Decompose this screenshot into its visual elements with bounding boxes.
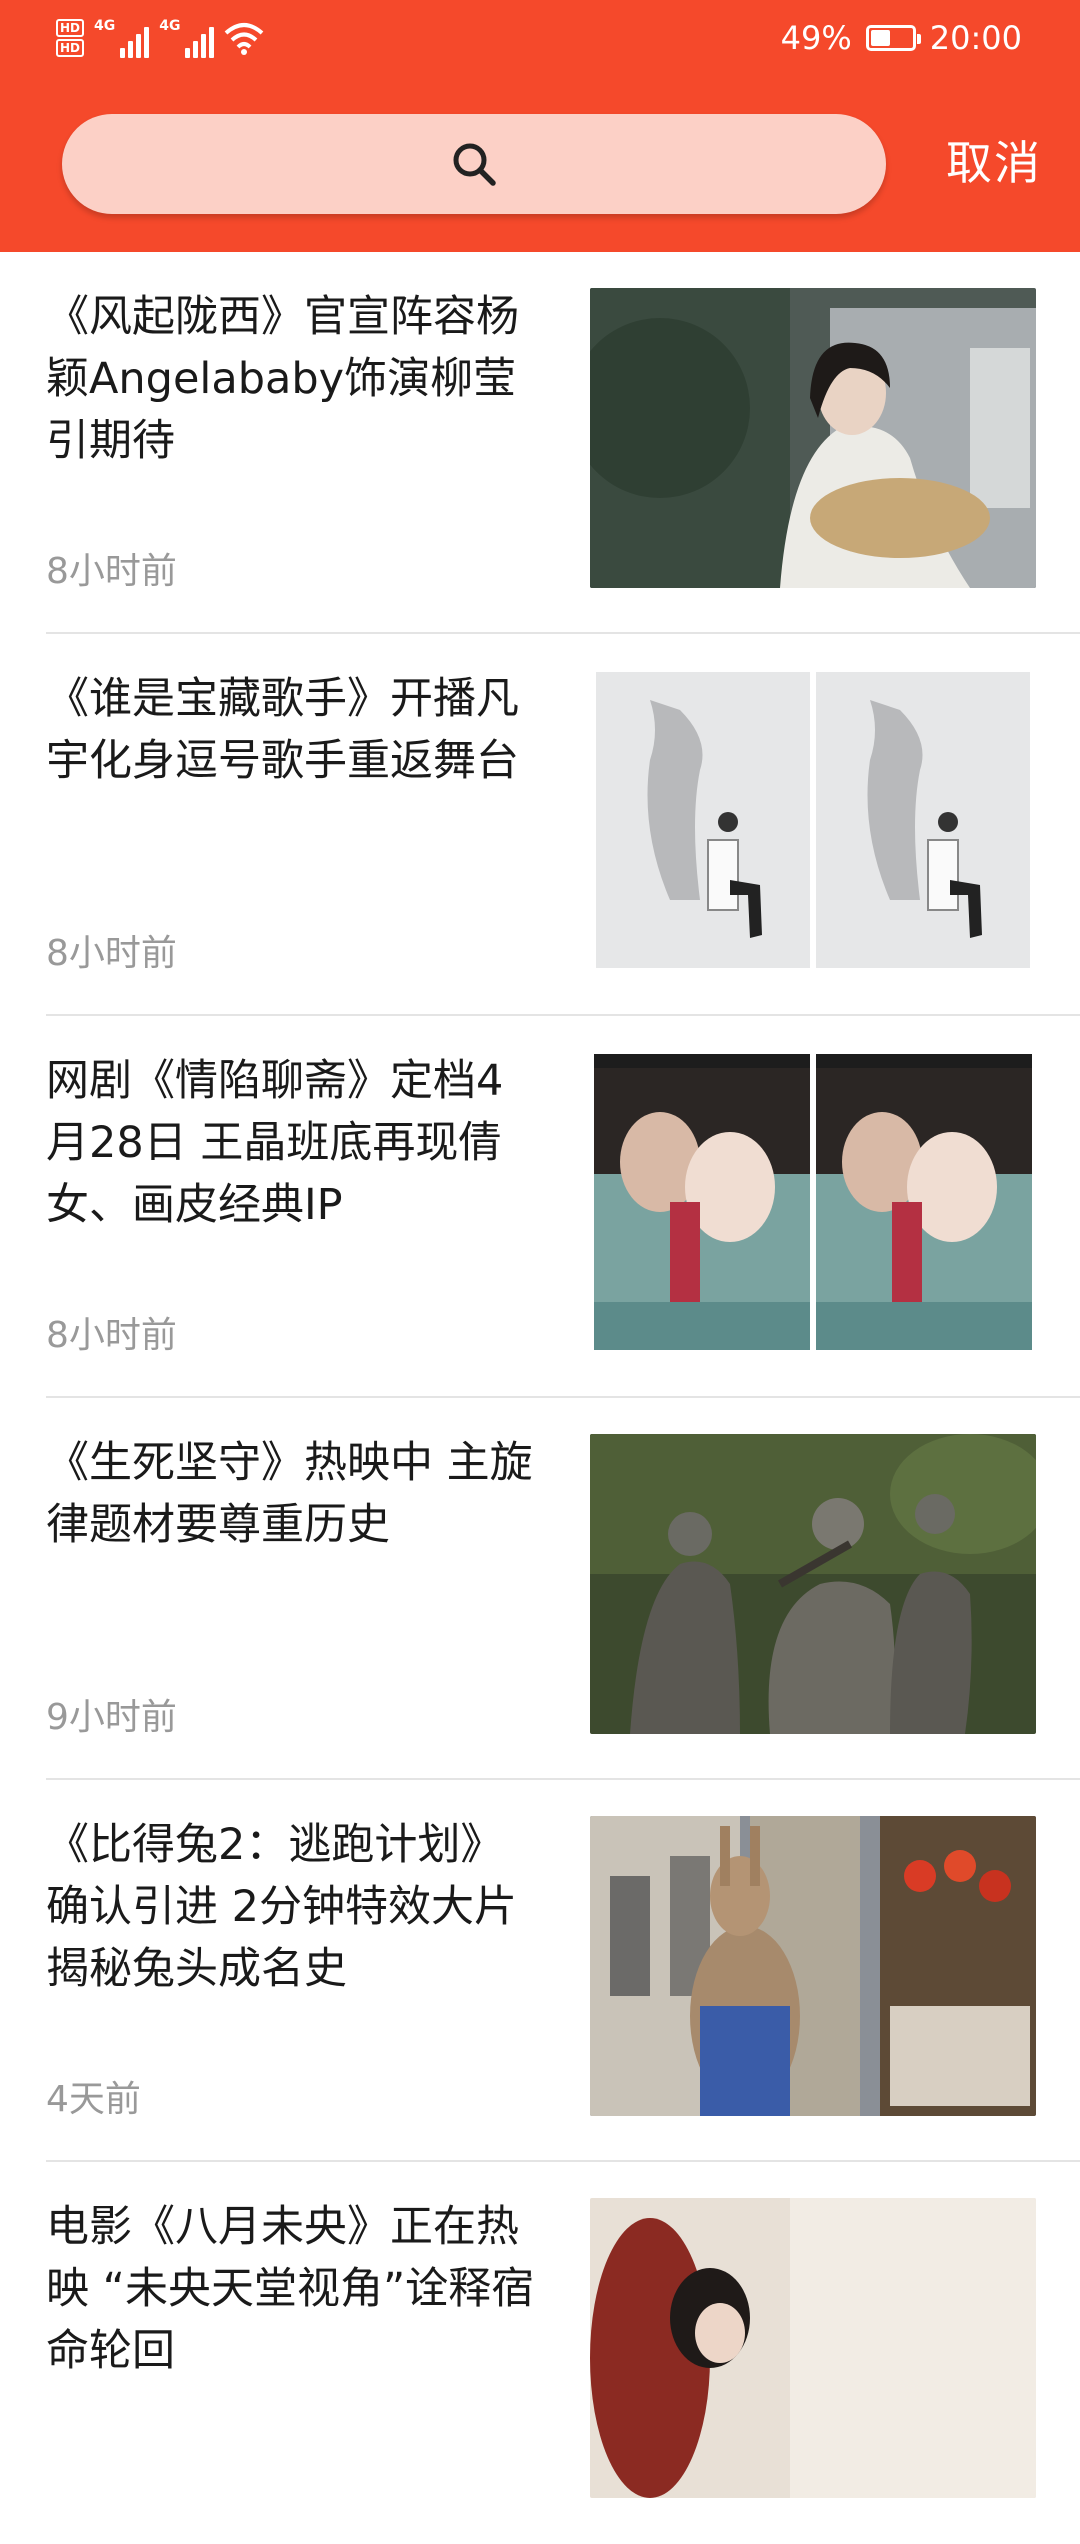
news-title: 《比得兔2：逃跑计划》确认引进 2分钟特效大片揭秘兔头成名史 xyxy=(46,1820,518,1994)
news-item[interactable]: 《比得兔2：逃跑计划》确认引进 2分钟特效大片揭秘兔头成名史 4天前 xyxy=(0,1780,1080,2162)
search-icon xyxy=(453,143,496,186)
news-time: 8小时前 xyxy=(46,933,177,974)
network-type-2: 4G xyxy=(159,18,181,34)
news-thumbnail xyxy=(590,288,1036,588)
news-title: 网剧《情陷聊斋》定档4月28日 王晶班底再现倩女、画皮经典IP xyxy=(46,1056,504,1230)
news-thumbnail xyxy=(590,2198,1036,2498)
clock: 20:00 xyxy=(929,19,1022,57)
news-thumbnail xyxy=(590,670,1036,970)
network-type-1: 4G xyxy=(94,18,116,34)
cancel-button[interactable]: 取消 xyxy=(946,128,1042,198)
wifi-icon xyxy=(225,23,264,55)
search-input[interactable] xyxy=(62,114,886,214)
news-item[interactable]: 《生死坚守》热映中 主旋律题材要尊重历史 9小时前 xyxy=(0,1398,1080,1780)
news-thumbnail xyxy=(590,1434,1036,1734)
news-item[interactable]: 电影《八月未央》正在热映 “未央天堂视角”诠释宿命轮回 xyxy=(0,2162,1080,2544)
news-thumbnail xyxy=(590,1052,1036,1352)
hd-badge-2: HD xyxy=(56,39,85,57)
news-list: 《风起陇西》官宣阵容杨颖Angelababy饰演柳莹引期待 8小时前 《谁是宝藏… xyxy=(0,252,1080,2544)
news-item[interactable]: 《风起陇西》官宣阵容杨颖Angelababy饰演柳莹引期待 8小时前 xyxy=(0,252,1080,634)
news-time: 4天前 xyxy=(46,2079,141,2120)
battery-percent: 49% xyxy=(780,19,852,57)
news-title: 《生死坚守》热映中 主旋律题材要尊重历史 xyxy=(46,1438,533,1550)
top-header: HD HD 4G 4G 49% 20:00 取消 xyxy=(0,0,1080,252)
news-time: 8小时前 xyxy=(46,1315,177,1356)
signal-icon: 4G xyxy=(94,18,150,58)
news-thumbnail xyxy=(590,1816,1036,2116)
news-time: 9小时前 xyxy=(46,1697,177,1738)
news-item[interactable]: 《谁是宝藏歌手》开播凡宇化身逗号歌手重返舞台 8小时前 xyxy=(0,634,1080,1016)
news-time: 8小时前 xyxy=(46,551,177,592)
hd-icon: HD HD xyxy=(56,19,85,57)
status-right: 49% 20:00 xyxy=(781,14,1022,62)
news-title: 《谁是宝藏歌手》开播凡宇化身逗号歌手重返舞台 xyxy=(46,674,519,786)
news-title: 电影《八月未央》正在热映 “未央天堂视角”诠释宿命轮回 xyxy=(46,2202,535,2376)
battery-icon xyxy=(865,25,921,51)
news-title: 《风起陇西》官宣阵容杨颖Angelababy饰演柳莹引期待 xyxy=(46,292,519,466)
signal-icon-2: 4G xyxy=(159,18,215,58)
news-item[interactable]: 网剧《情陷聊斋》定档4月28日 王晶班底再现倩女、画皮经典IP 8小时前 xyxy=(0,1016,1080,1398)
hd-badge-1: HD xyxy=(56,19,85,37)
status-bar: HD HD 4G 4G 49% 20:00 xyxy=(0,0,1080,76)
status-left: HD HD 4G 4G xyxy=(56,14,264,62)
